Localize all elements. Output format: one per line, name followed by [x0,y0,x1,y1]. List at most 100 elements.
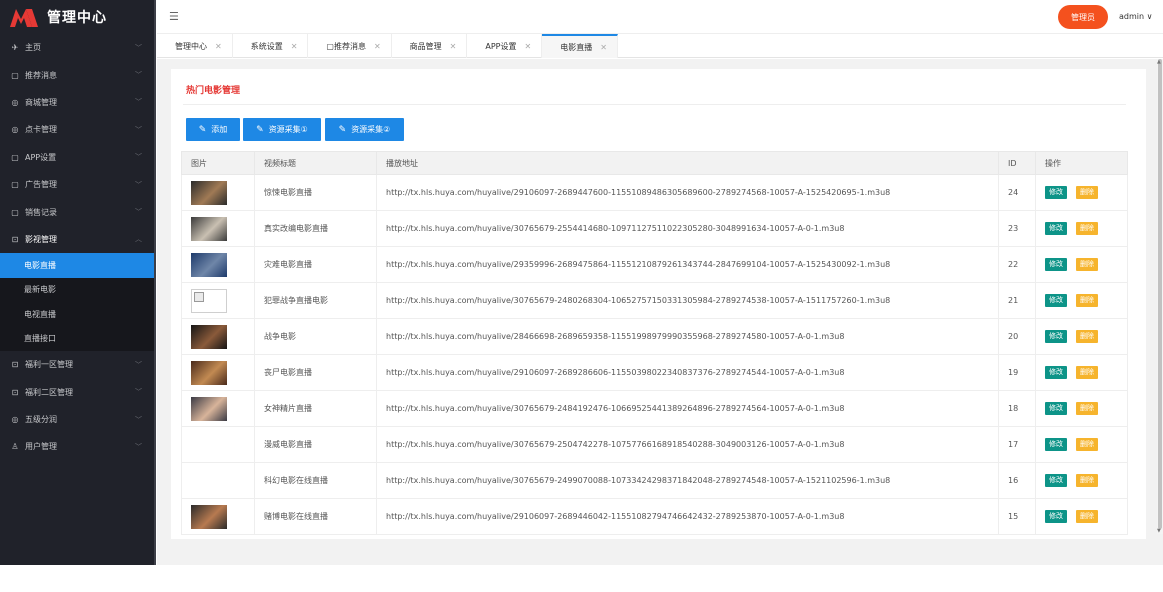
sidebar-item[interactable]: ◎ 五级分润 ﹀ [0,406,154,433]
tab[interactable]: APP设置 ✕ [467,34,543,58]
cell-id: 17 [998,426,1036,463]
tab[interactable]: 管理中心 ✕ [157,34,233,58]
edit-button[interactable]: 修改 [1045,510,1067,523]
edit-button[interactable]: 修改 [1045,474,1067,487]
delete-button[interactable]: 删除 [1076,474,1098,487]
cell-actions: 修改 删除 [1035,426,1128,463]
cell-title: 真实改编电影直播 [254,210,377,247]
cell-actions: 修改 删除 [1035,462,1128,499]
table-row[interactable]: 丧尸电影直播 http://tx.hls.huya.com/huyalive/29… [181,354,1128,391]
sidebar-item[interactable]: ♙ 用户管理 ﹀ [0,433,154,460]
movie-thumbnail [191,252,227,277]
delete-button[interactable]: 删除 [1076,438,1098,451]
table-row[interactable]: 真实改编电影直播 http://tx.hls.huya.com/huyalive/… [181,210,1128,247]
close-icon[interactable]: ✕ [374,42,381,51]
table-row[interactable]: 科幻电影在线直播 http://tx.hls.huya.com/huyalive/… [181,462,1128,499]
sidebar-item[interactable]: ▢ APP设置 ﹀ [0,144,154,171]
delete-button[interactable]: 删除 [1076,402,1098,415]
header-actions: 操作 [1035,151,1128,175]
sidebar-item[interactable]: ▢ 销售记录 ﹀ [0,198,154,225]
chevron-down-icon: ﹀ [135,153,142,162]
cell-id: 21 [998,282,1036,319]
sidebar-item[interactable]: ⊡ 福利一区管理 ﹀ [0,351,154,378]
sidebar-item-label: 五级分润 [25,415,57,425]
close-icon[interactable]: ✕ [450,42,457,51]
collect-source-1-button[interactable]: ✎ 资源采集① [243,118,321,141]
sidebar-subitem[interactable]: 电影直播 [0,253,154,278]
sidebar-item-label: 福利一区管理 [25,360,73,370]
sidebar-item[interactable]: ✈ 主页 ﹀ [0,34,154,61]
tab[interactable]: ▢ 推荐消息 ✕ [308,34,392,58]
page-title: 热门电影管理 [186,86,241,96]
cell-title: 赌博电影在线直播 [254,498,377,535]
sidebar-item[interactable]: ▢ 推荐消息 ﹀ [0,61,154,88]
sidebar-subitem[interactable]: 最新电影 [0,278,154,303]
sidebar-item[interactable]: ▢ 广告管理 ﹀ [0,171,154,198]
cell-image [181,318,255,355]
delete-button[interactable]: 删除 [1076,330,1098,343]
user-menu[interactable]: admin ∨ [1119,12,1152,21]
edit-button[interactable]: 修改 [1045,330,1067,343]
edit-button[interactable]: 修改 [1045,402,1067,415]
chevron-down-icon: ﹀ [135,208,142,217]
tab[interactable]: 商品管理 ✕ [392,34,468,58]
edit-button[interactable]: 修改 [1045,222,1067,235]
edit-button[interactable]: 修改 [1045,186,1067,199]
close-icon[interactable]: ✕ [291,42,298,51]
scroll-up-icon[interactable]: ▲ [1157,59,1161,65]
table-header-row: 图片 视频标题 播放地址 ID 操作 [181,151,1128,175]
table-row[interactable]: 犯罪战争直播电影 http://tx.hls.huya.com/huyalive/… [181,282,1128,319]
movie-thumbnail [191,180,227,205]
add-button-label: 添加 [211,125,228,134]
sidebar-item[interactable]: ⊡ 福利二区管理 ﹀ [0,379,154,406]
table-row[interactable]: 惊悚电影直播 http://tx.hls.huya.com/huyalive/29… [181,174,1128,211]
table-row[interactable]: 女神精片直播 http://tx.hls.huya.com/huyalive/30… [181,390,1128,427]
cell-id: 15 [998,498,1036,535]
cell-image [181,354,255,391]
close-icon[interactable]: ✕ [600,43,607,52]
table-row[interactable]: 漫威电影直播 http://tx.hls.huya.com/huyalive/30… [181,426,1128,463]
edit-button[interactable]: 修改 [1045,366,1067,379]
delete-button[interactable]: 删除 [1076,294,1098,307]
admin-role-button[interactable]: 管理员 [1058,5,1108,29]
delete-button[interactable]: 删除 [1076,258,1098,271]
sidebar-submenu: 电影直播 最新电影 电视直播 直播接口 [0,253,154,352]
cell-image [181,174,255,211]
table-row[interactable]: 灾难电影直播 http://tx.hls.huya.com/huyalive/29… [181,246,1128,283]
edit-button[interactable]: 修改 [1045,438,1067,451]
delete-button[interactable]: 删除 [1076,510,1098,523]
cell-actions: 修改 删除 [1035,246,1128,283]
menu-toggle-icon[interactable]: ☰ [169,10,179,23]
cell-title: 科幻电影在线直播 [254,462,377,499]
table-row[interactable]: 赌博电影在线直播 http://tx.hls.huya.com/huyalive/… [181,498,1128,535]
scroll-down-icon[interactable]: ▼ [1157,528,1161,534]
sidebar-subitem[interactable]: 直播接口 [0,327,154,352]
tab[interactable]: 系统设置 ✕ [233,34,309,58]
sidebar-item[interactable]: ◎ 商城管理 ﹀ [0,89,154,116]
delete-button[interactable]: 删除 [1076,186,1098,199]
user-icon: ♙ [11,442,19,452]
page-scrollbar[interactable] [1157,59,1163,534]
table-row[interactable]: 战争电影 http://tx.hls.huya.com/huyalive/2846… [181,318,1128,355]
close-icon[interactable]: ✕ [525,42,532,51]
sidebar-item[interactable]: ⊡ 影视管理 ︿ [0,226,154,253]
close-icon[interactable]: ✕ [215,42,222,51]
collect-source-2-button[interactable]: ✎ 资源采集② [325,118,404,141]
brand[interactable]: 管理中心 [0,0,154,34]
edit-button[interactable]: 修改 [1045,294,1067,307]
edit-button[interactable]: 修改 [1045,258,1067,271]
cell-title: 战争电影 [254,318,377,355]
collect-source-2-label: 资源采集② [351,125,391,134]
add-button[interactable]: ✎ 添加 [186,118,240,141]
cell-url: http://tx.hls.huya.com/huyalive/29359996… [376,246,999,283]
delete-button[interactable]: 删除 [1076,366,1098,379]
video-icon: ⊡ [11,387,19,397]
tab[interactable]: 电影直播 ✕ [542,34,618,58]
cell-id: 23 [998,210,1036,247]
sidebar-subitem[interactable]: 电视直播 [0,302,154,327]
cell-url: http://tx.hls.huya.com/huyalive/28466698… [376,318,999,355]
sidebar-item[interactable]: ◎ 点卡管理 ﹀ [0,116,154,143]
pencil-icon: ✎ [198,124,207,135]
delete-button[interactable]: 删除 [1076,222,1098,235]
scrollbar-thumb[interactable] [1158,59,1162,529]
